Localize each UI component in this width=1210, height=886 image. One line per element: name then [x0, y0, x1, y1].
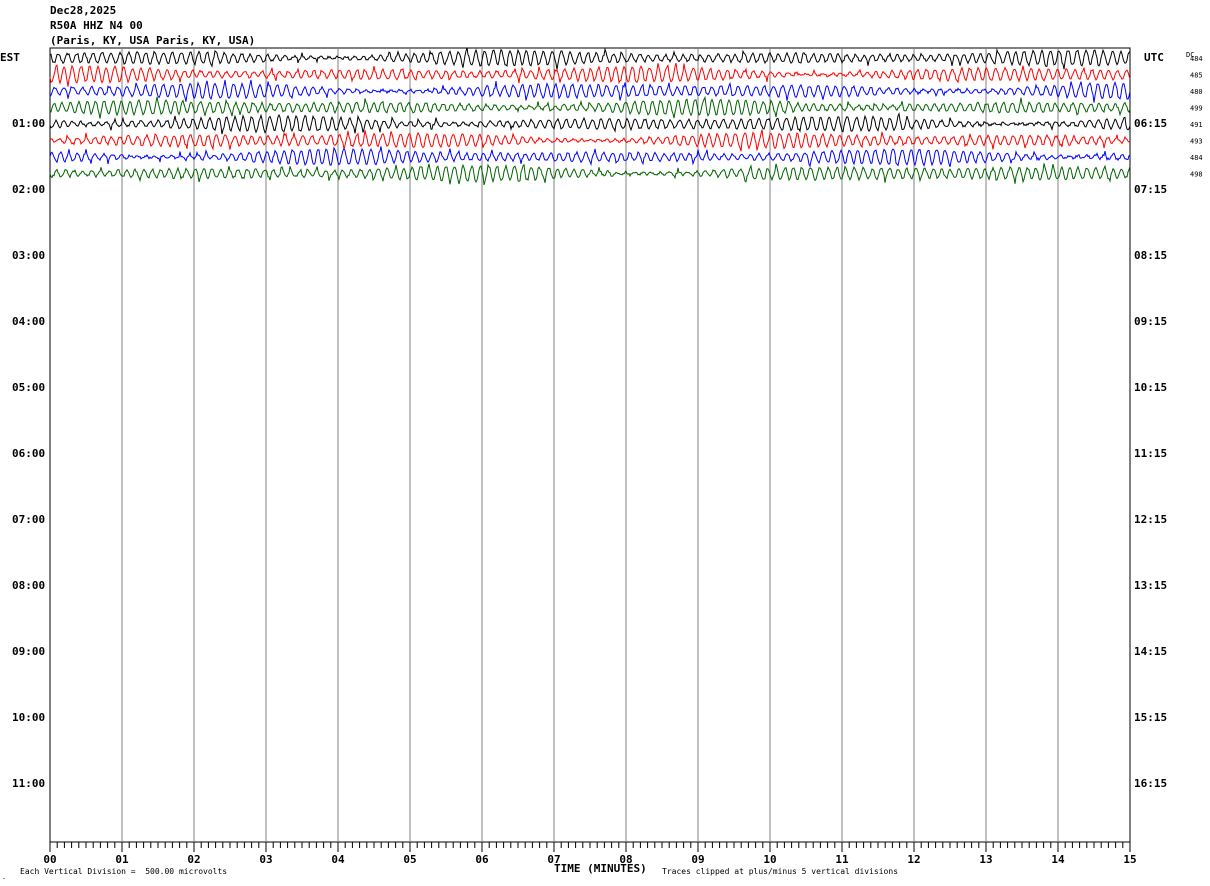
hour-label-est: 06:00 [12, 447, 45, 460]
hour-label-est: 08:00 [12, 579, 45, 592]
hour-label-utc: 10:15 [1134, 381, 1167, 394]
trace-dc-value: 485 [1190, 72, 1203, 80]
seismic-trace [49, 129, 1131, 152]
hour-label-utc: 16:15 [1134, 777, 1167, 790]
x-tick-label: 12 [907, 853, 920, 866]
trace-dc-value: 484 [1190, 154, 1203, 162]
corner-mark: . [2, 873, 7, 881]
plot-frame [49, 47, 1131, 843]
tz-left-label: EST [0, 51, 20, 64]
trace-dc-value: 491 [1190, 121, 1203, 129]
hour-label-est: 11:00 [12, 777, 45, 790]
helicorder-chart: 00 01 02 03 04 05 06 07 08 09 10 11 12 13 14 15EST UTC DC… [0, 47, 1203, 866]
clip-note: Traces clipped at plus/minus 5 vertical … [662, 867, 899, 876]
x-tick-label: 04 [331, 853, 345, 866]
hour-label-est: 02:00 [12, 183, 45, 196]
seismic-trace [49, 95, 1131, 119]
hour-label-est: 09:00 [12, 645, 45, 658]
hour-label-utc: 08:15 [1134, 249, 1167, 262]
division-note: Each Vertical Division = 500.00 microvol… [20, 867, 228, 876]
x-tick-label: 11 [835, 853, 849, 866]
hour-label-est: 07:00 [12, 513, 45, 526]
hour-label-utc: 15:15 [1134, 711, 1167, 724]
hour-label-utc: 07:15 [1134, 183, 1167, 196]
x-tick-label: 06 [475, 853, 489, 866]
x-tick-label: 15 [1123, 853, 1136, 866]
trace-dc-value: 498 [1190, 171, 1203, 179]
x-tick-label: 14 [1051, 853, 1065, 866]
hour-label-est: 05:00 [12, 381, 45, 394]
trace-dc-value: 484 [1190, 55, 1203, 63]
hour-label-est: 10:00 [12, 711, 45, 724]
hour-label-utc: 14:15 [1134, 645, 1167, 658]
hour-label-est: 04:00 [12, 315, 45, 328]
x-tick-label: 00 [43, 853, 56, 866]
tz-right-label: UTC [1144, 51, 1164, 64]
hour-label-utc: 13:15 [1134, 579, 1167, 592]
trace-dc-value: 499 [1190, 105, 1203, 113]
seismic-trace [49, 79, 1131, 103]
x-axis-title: TIME (MINUTES) [554, 862, 647, 875]
x-tick-label: 13 [979, 853, 992, 866]
x-tick-label: 09 [691, 853, 704, 866]
hour-label-utc: 11:15 [1134, 447, 1167, 460]
seismic-trace [49, 146, 1131, 168]
seismic-trace [49, 47, 1131, 70]
trace-dc-value: 493 [1190, 138, 1203, 146]
x-tick-label: 10 [763, 853, 776, 866]
hour-label-est: 03:00 [12, 249, 45, 262]
seismic-trace [49, 111, 1131, 135]
hour-label-est: 01:00 [12, 117, 45, 130]
trace-dc-value: 480 [1190, 88, 1203, 96]
hour-label-utc: 06:15 [1134, 117, 1167, 130]
x-tick-label: 01 [115, 853, 129, 866]
hour-label-utc: 12:15 [1134, 513, 1167, 526]
seismic-trace [49, 163, 1131, 186]
x-tick-label: 02 [187, 853, 200, 866]
hour-label-utc: 09:15 [1134, 315, 1167, 328]
x-tick-label: 03 [259, 853, 272, 866]
x-tick-label: 05 [403, 853, 416, 866]
